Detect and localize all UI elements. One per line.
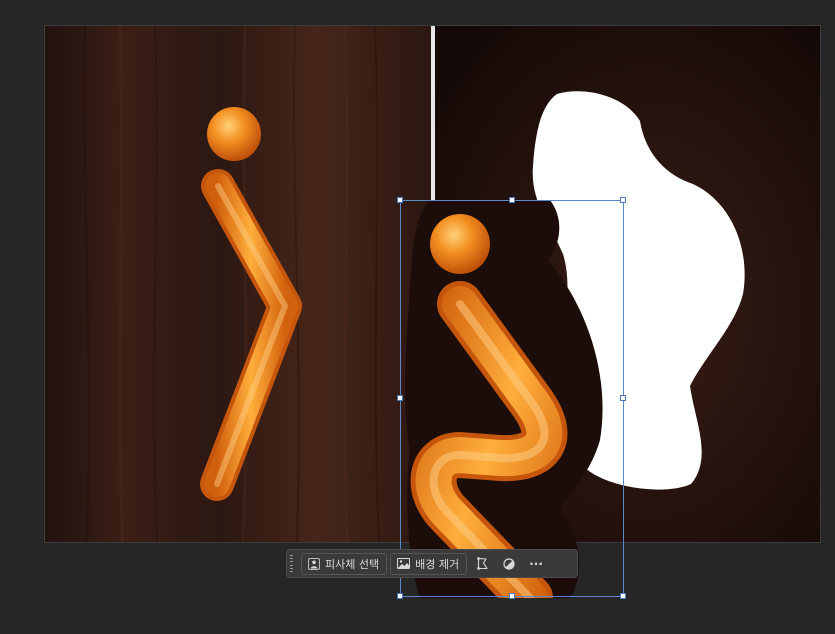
more-options-button[interactable]: ···: [524, 553, 548, 575]
cutout-subject: [405, 200, 603, 598]
resize-handle-bottom-left[interactable]: [397, 593, 403, 599]
resize-handle-bottom-right[interactable]: [620, 593, 626, 599]
resize-handle-right[interactable]: [620, 395, 626, 401]
resize-handle-left[interactable]: [397, 395, 403, 401]
resize-handle-top[interactable]: [509, 197, 515, 203]
adjustment-button[interactable]: [497, 553, 521, 575]
select-subject-button[interactable]: 피사체 선택: [301, 552, 388, 575]
transform-button[interactable]: [470, 553, 494, 575]
person-icon: [308, 557, 320, 570]
contextual-task-bar: 피사체 선택 배경 제거 ···: [286, 549, 578, 578]
half-circle-icon: [503, 557, 515, 570]
workspace: 피사체 선택 배경 제거 ···: [0, 0, 835, 634]
distort-icon: [476, 557, 489, 570]
remove-background-button[interactable]: 배경 제거: [390, 552, 468, 575]
resize-handle-bottom[interactable]: [509, 593, 515, 599]
image-icon: [397, 558, 411, 569]
ellipsis-icon: ···: [529, 556, 543, 571]
drag-grip-handle[interactable]: [290, 555, 295, 572]
selected-layer[interactable]: [400, 200, 624, 598]
select-subject-label: 피사체 선택: [325, 557, 380, 571]
remove-background-label: 배경 제거: [415, 557, 460, 571]
resize-handle-top-right[interactable]: [620, 197, 626, 203]
resize-handle-top-left[interactable]: [397, 197, 403, 203]
